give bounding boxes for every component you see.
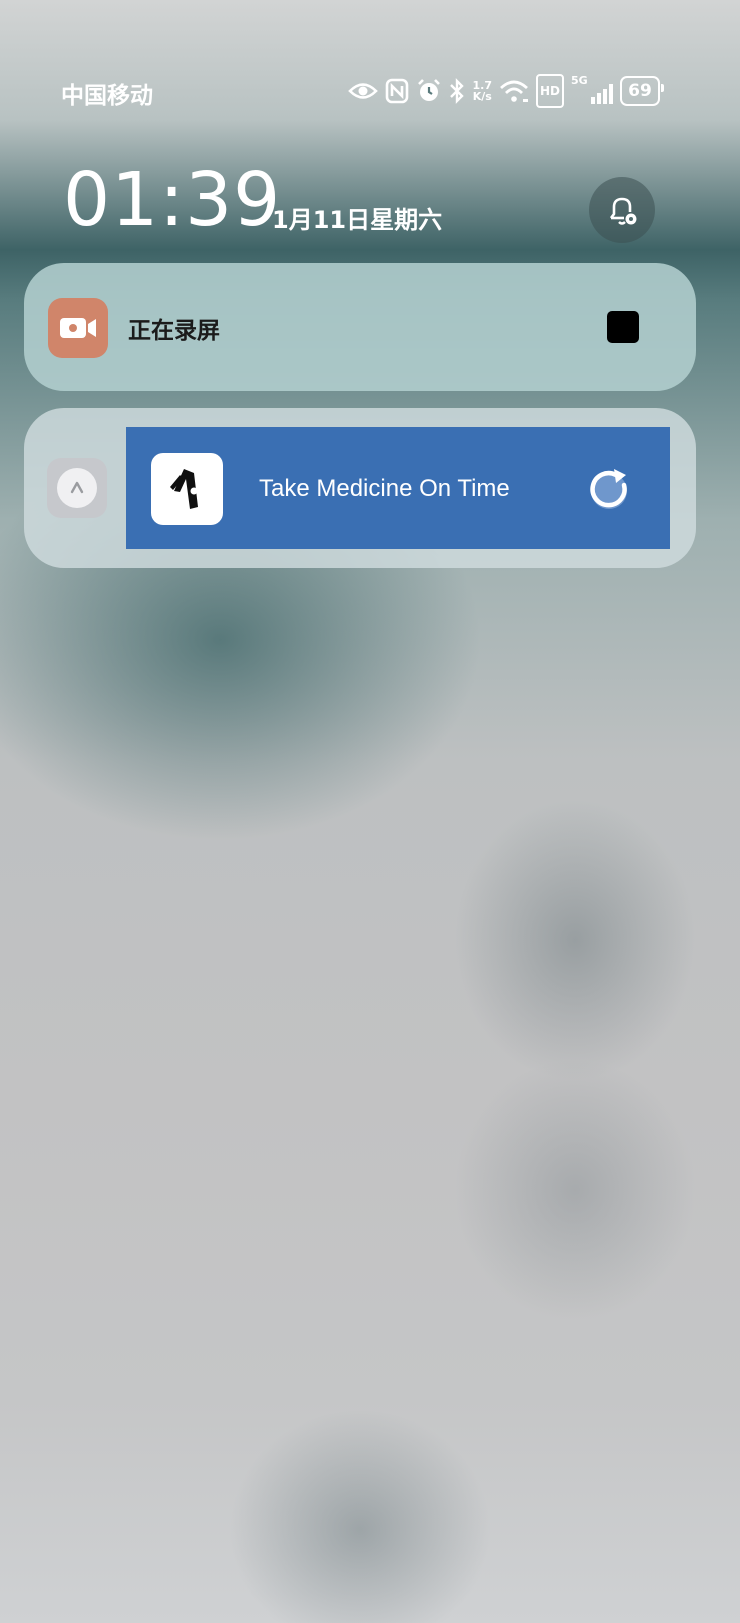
media-notification[interactable]: Take Medicine On Time — [24, 408, 696, 568]
notification-settings-button[interactable] — [589, 177, 655, 243]
stop-recording-button[interactable] — [607, 311, 639, 343]
battery-level: 69 — [628, 81, 652, 101]
eye-icon — [348, 76, 379, 106]
video-camera-icon — [48, 298, 108, 358]
network-speed: 1.7 K/s — [472, 76, 492, 106]
alarm-icon — [416, 76, 442, 106]
media-title: Take Medicine On Time — [259, 475, 510, 502]
lockscreen-date: 1月11日星期六 — [272, 206, 443, 234]
nfc-icon — [385, 76, 409, 106]
chevron-up-icon — [57, 468, 97, 508]
screen-recording-notification[interactable]: 正在录屏 — [24, 263, 696, 391]
wifi-icon — [499, 76, 529, 106]
hd-badge: HD — [535, 74, 564, 108]
signal-icon: 5G — [571, 74, 613, 106]
lockscreen-wallpaper — [0, 0, 740, 1623]
status-icons: 1.7 K/s HD 5G 69 — [348, 74, 664, 108]
refresh-icon — [590, 469, 627, 509]
network-type-label: 5G — [571, 74, 588, 87]
carrier-name: 中国移动 — [61, 83, 153, 109]
collapse-button[interactable] — [47, 458, 107, 518]
battery-icon: 69 — [620, 76, 664, 106]
network-speed-unit: K/s — [472, 90, 492, 103]
refresh-button[interactable] — [586, 465, 634, 513]
bell-settings-icon — [609, 197, 637, 225]
medicine-app-icon — [151, 453, 223, 525]
lockscreen-clock: 01:39 — [63, 157, 282, 243]
bluetooth-icon — [449, 76, 465, 106]
recording-label: 正在录屏 — [128, 318, 220, 344]
media-banner[interactable]: Take Medicine On Time — [126, 427, 670, 549]
